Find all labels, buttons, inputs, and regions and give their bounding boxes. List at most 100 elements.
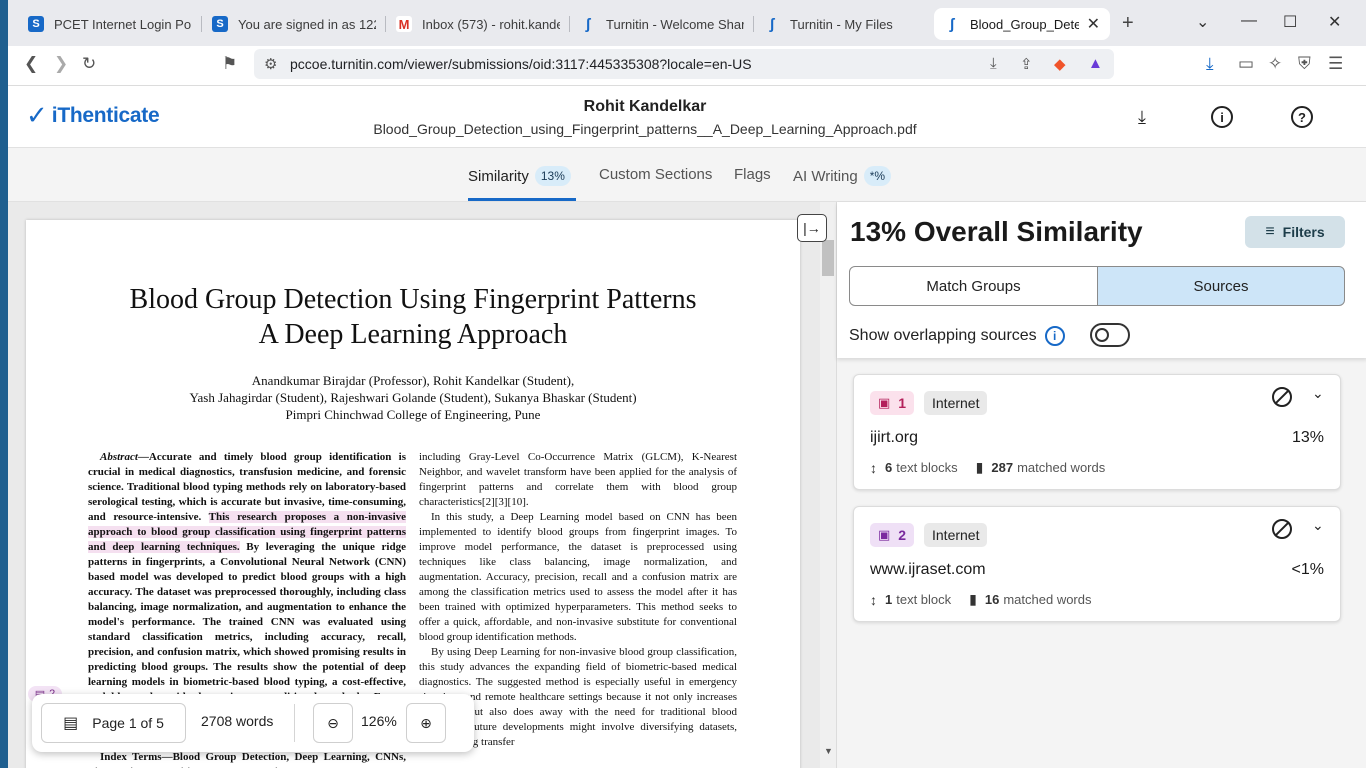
overall-similarity: 13% Overall Similarity [850, 216, 1143, 247]
exclude-source-icon[interactable] [1272, 519, 1292, 539]
browser-tabstrip: S PCET Internet Login Porta S You are si… [8, 0, 1366, 46]
source-doc-icon: ▣ [878, 527, 891, 542]
app-header: ✓ iThenticate Rohit Kandelkar Blood_Grou… [8, 86, 1366, 148]
text-blocks-icon: ↕ [870, 591, 877, 608]
collapse-panel-button[interactable]: |→ [797, 214, 827, 242]
browser-navbar: ❮ ❯ ↻ ⚑ ⚙ pccoe.turnitin.com/viewer/subm… [8, 46, 1366, 86]
browser-tab[interactable]: S You are signed in as 1228 [202, 8, 386, 40]
source-rank-badge: ▣ 2 [870, 523, 915, 547]
page-controls: ▤ Page 1 of 5 2708 words ⊖ 126% ⊕ [32, 694, 474, 752]
source-type: Internet [924, 391, 988, 415]
source-card[interactable]: ▣ 1 Internet ⌄ ijirt.org 13% ↕ 6 text bl… [853, 374, 1341, 490]
chevron-down-icon[interactable]: ⌄ [1312, 385, 1324, 402]
page-icon: ▤ [63, 715, 79, 732]
viewer-scrollbar[interactable]: ▼ [820, 202, 836, 768]
bookmark-icon[interactable]: ⚑ [222, 54, 237, 74]
tab-ai-writing[interactable]: AI Writing *% [793, 166, 892, 186]
ai-writing-badge: *% [863, 166, 892, 186]
text-blocks-icon: ↕ [870, 459, 877, 476]
source-type: Internet [924, 523, 988, 547]
document-viewer[interactable]: Blood Group Detection Using Fingerprint … [8, 202, 836, 768]
chevron-down-icon[interactable]: ⌄ [1312, 517, 1324, 534]
turnitin-icon: ʃ [949, 15, 955, 33]
zoom-level: 126% [361, 713, 397, 729]
pcet-favicon-icon: S [212, 16, 228, 32]
browser-tab-active[interactable]: ʃ Blood_Group_Detect ✕ [934, 8, 1110, 40]
zoom-in-icon: ⊕ [420, 714, 432, 731]
vpn-icon[interactable]: ⛨ [1298, 54, 1311, 74]
brave-rewards-icon[interactable]: ▲ [1088, 55, 1103, 72]
matched-words-icon: ▮ [975, 459, 984, 475]
source-meta: ↕ 6 text blocks ▮ 287 matched words [870, 459, 1106, 476]
tab-custom-sections[interactable]: Custom Sections [599, 166, 712, 183]
download-file-icon[interactable]: ⤓ [1131, 106, 1153, 128]
match-groups-toggle[interactable]: Match Groups [849, 266, 1098, 306]
exclude-source-icon[interactable] [1272, 387, 1292, 407]
source-doc-icon: ▣ [878, 395, 891, 410]
brave-shield-icon[interactable]: ◆ [1054, 55, 1066, 73]
overlapping-sources-switch[interactable] [1090, 323, 1130, 347]
switch-knob [1095, 328, 1109, 342]
window-close-icon[interactable]: ✕ [1328, 12, 1341, 32]
info-icon[interactable]: i [1211, 106, 1233, 128]
gmail-icon: M [396, 16, 412, 32]
active-tab-indicator [468, 198, 576, 201]
menu-icon[interactable]: ☰ [1328, 54, 1343, 74]
word-count: 2708 words [201, 713, 274, 729]
reload-icon[interactable]: ↻ [82, 54, 96, 74]
downloads-icon[interactable]: ⤓ [1206, 54, 1214, 74]
tab-list-chevron-icon[interactable]: ⌄ [1196, 12, 1209, 32]
filters-button[interactable]: ≡ Filters [1245, 216, 1345, 248]
zoom-in-button[interactable]: ⊕ [406, 703, 446, 743]
submission-filename: Blood_Group_Detection_using_Fingerprint_… [373, 121, 917, 137]
source-domain[interactable]: www.ijraset.com [870, 561, 986, 579]
paper-authors: Anandkumar Birajdar (Professor), Rohit K… [189, 373, 637, 422]
browser-window: S PCET Internet Login Porta S You are si… [8, 0, 1366, 768]
zoom-out-icon: ⊖ [327, 714, 339, 731]
site-settings-icon[interactable]: ⚙ [264, 55, 277, 73]
browser-tab[interactable]: ʃ Turnitin - Welcome Shara [570, 8, 754, 40]
back-icon[interactable]: ❮ [24, 54, 38, 74]
share-icon[interactable]: ⇪ [1020, 55, 1033, 73]
page-indicator-button[interactable]: ▤ Page 1 of 5 [41, 703, 186, 743]
forward-icon[interactable]: ❯ [54, 54, 68, 74]
source-rank-badge: ▣ 1 [870, 391, 915, 415]
sources-toggle[interactable]: Sources [1097, 266, 1345, 306]
new-tab-icon[interactable]: + [1122, 12, 1134, 35]
collapse-arrow-icon: |→ [803, 220, 821, 236]
info-icon[interactable]: i [1044, 326, 1065, 346]
document-page: Blood Group Detection Using Fingerprint … [26, 220, 800, 768]
paper-title: Blood Group Detection Using Fingerprint … [129, 284, 697, 350]
pcet-favicon-icon: S [28, 16, 44, 32]
similarity-panel-header: 13% Overall Similarity ≡ Filters Match G… [837, 202, 1366, 358]
browser-tab[interactable]: S PCET Internet Login Porta [18, 8, 202, 40]
close-tab-icon[interactable]: ✕ [1079, 14, 1100, 34]
browser-tab[interactable]: ʃ Turnitin - My Files [754, 8, 934, 40]
turnitin-icon: ʃ [585, 15, 591, 33]
tab-similarity[interactable]: Similarity 13% [468, 166, 571, 186]
leo-ai-icon[interactable]: ✧ [1268, 54, 1282, 74]
submission-owner: Rohit Kandelkar [583, 98, 707, 115]
scrollbar-thumb[interactable] [822, 240, 834, 276]
similarity-panel: 13% Overall Similarity ≡ Filters Match G… [836, 202, 1366, 768]
similarity-badge: 13% [534, 166, 571, 186]
source-percent: <1% [1291, 561, 1324, 578]
source-domain[interactable]: ijirt.org [870, 429, 918, 447]
url-text[interactable]: pccoe.turnitin.com/viewer/submissions/oi… [290, 56, 752, 72]
wallet-icon[interactable]: ▭ [1238, 54, 1254, 74]
overlapping-sources-row: Show overlapping sources i [849, 326, 1065, 346]
divider [294, 704, 295, 742]
address-bar[interactable]: ⚙ pccoe.turnitin.com/viewer/submissions/… [254, 49, 1114, 79]
maximize-icon[interactable]: ☐ [1283, 12, 1297, 32]
tab-flags[interactable]: Flags [734, 166, 771, 183]
source-card[interactable]: ▣ 2 Internet ⌄ www.ijraset.com <1% ↕ 1 t… [853, 506, 1341, 622]
zoom-out-button[interactable]: ⊖ [313, 703, 353, 743]
help-icon[interactable]: ? [1291, 106, 1313, 128]
minimize-icon[interactable]: — [1241, 12, 1257, 30]
report-tabs: Similarity 13% Custom Sections Flags AI … [8, 148, 1366, 202]
scroll-down-icon[interactable]: ▼ [824, 746, 833, 756]
browser-tab[interactable]: M Inbox (573) - rohit.kandel [386, 8, 570, 40]
turnitin-icon: ʃ [769, 15, 775, 33]
source-meta: ↕ 1 text block ▮ 16 matched words [870, 591, 1092, 608]
download-icon[interactable]: ⤓ [990, 55, 997, 72]
